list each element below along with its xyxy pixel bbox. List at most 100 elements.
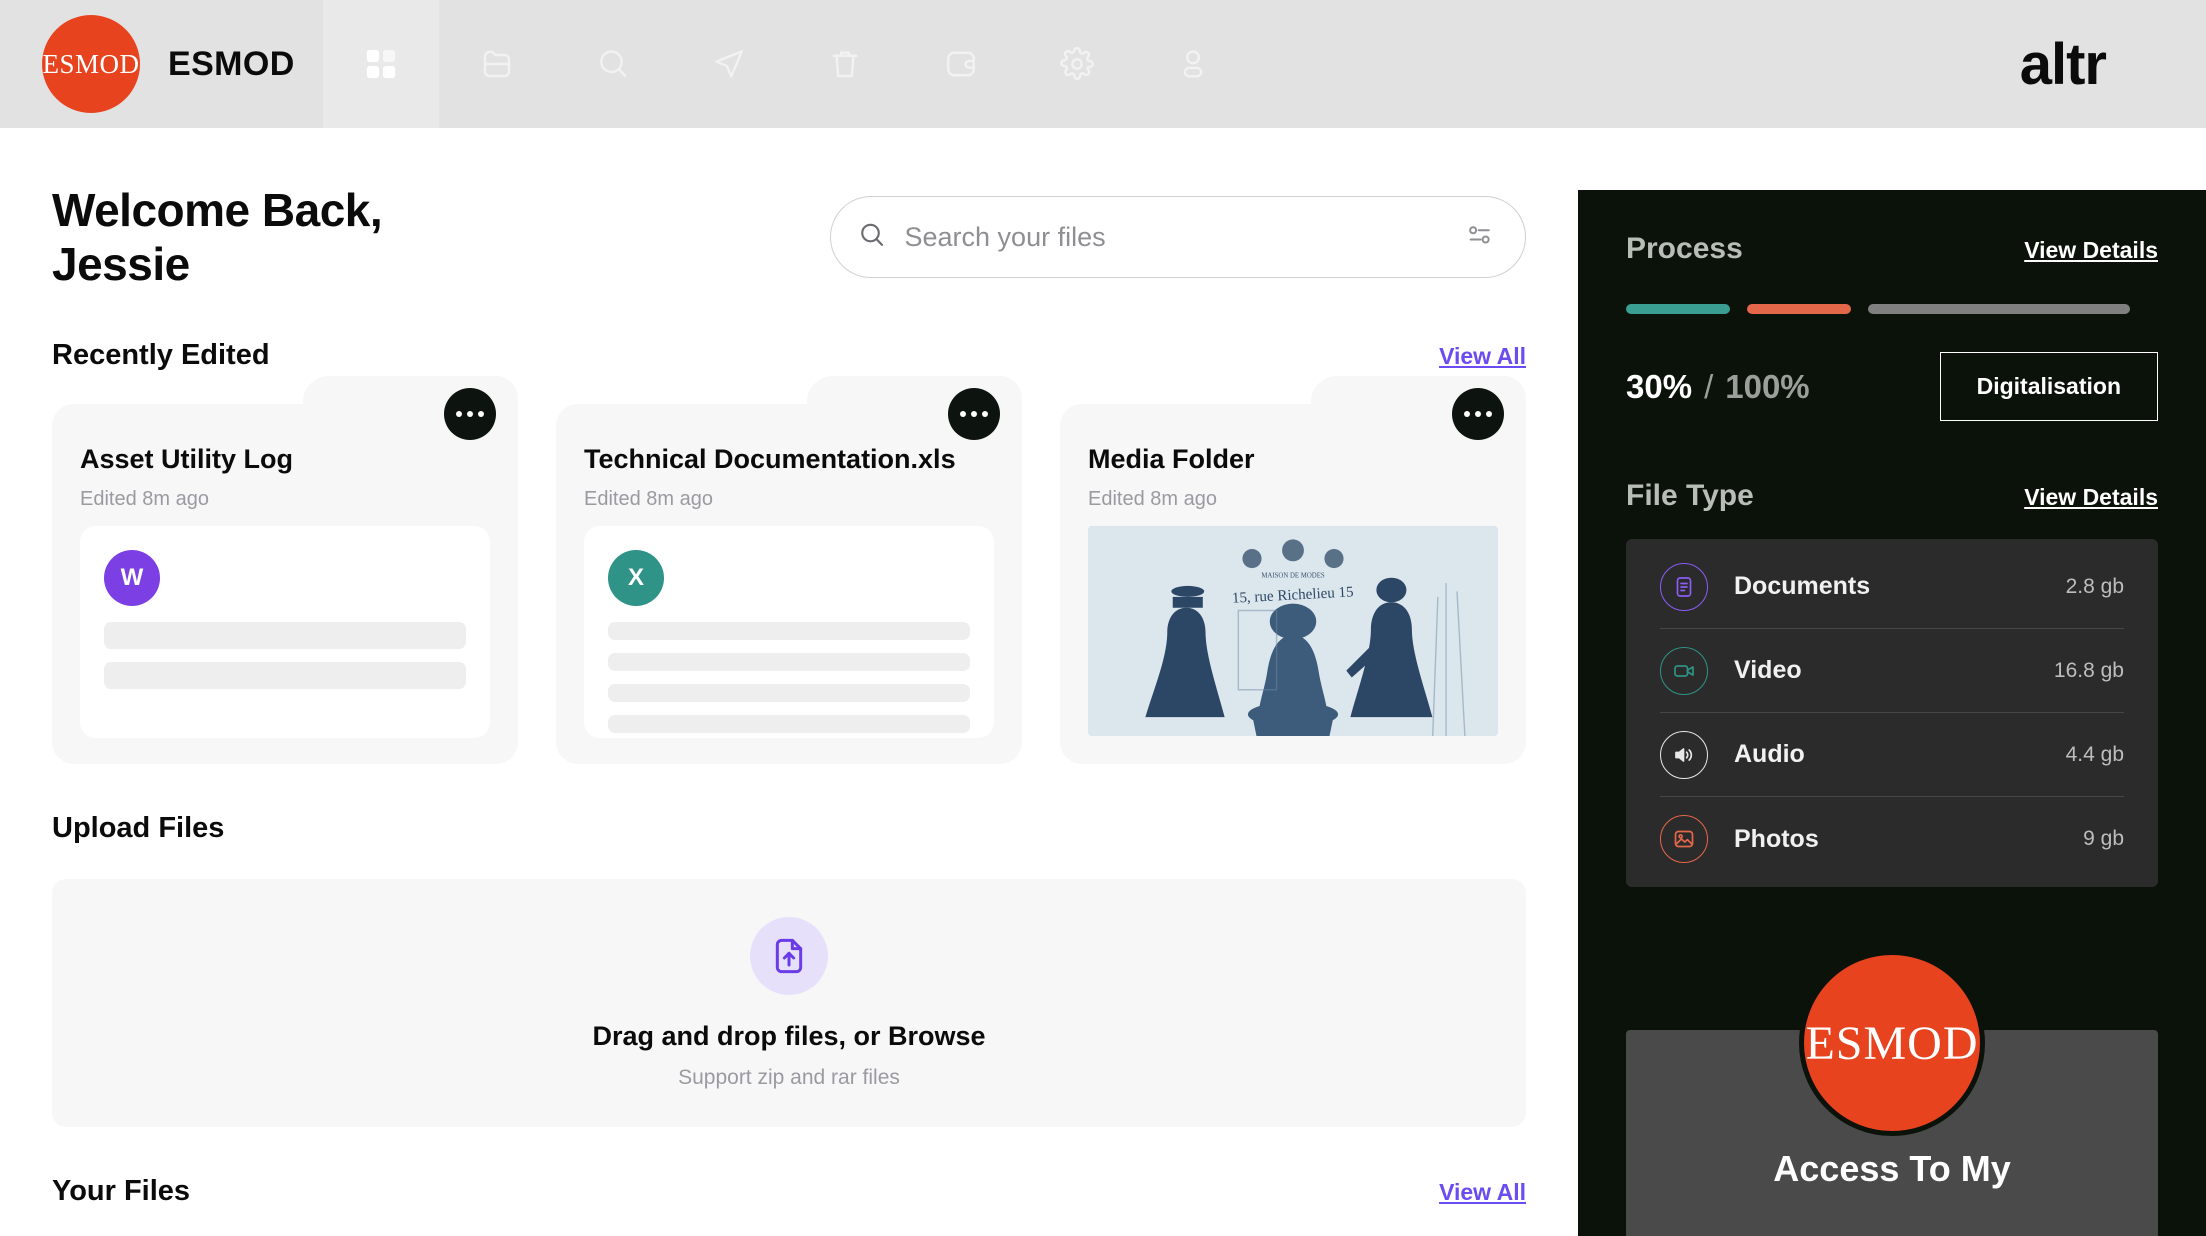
user-icon bbox=[1175, 46, 1211, 82]
file-type-row[interactable]: Photos 9 gb bbox=[1660, 797, 2124, 881]
welcome-row: Welcome Back, Jessie bbox=[52, 183, 1526, 291]
recently-edited-view-all[interactable]: View All bbox=[1439, 343, 1526, 370]
process-separator: / bbox=[1704, 367, 1714, 405]
file-type-row[interactable]: Documents 2.8 gb bbox=[1660, 545, 2124, 629]
upload-headline: Drag and drop files, or Browse bbox=[592, 1020, 986, 1051]
grid-icon bbox=[364, 47, 398, 81]
skeleton-line bbox=[104, 662, 466, 689]
file-type-label: Documents bbox=[1734, 572, 1871, 600]
more-icon[interactable] bbox=[444, 388, 496, 440]
document-icon bbox=[1660, 562, 1708, 611]
progress-segment-remaining bbox=[1868, 304, 2130, 314]
skeleton-line bbox=[608, 684, 970, 702]
file-card[interactable]: Technical Documentation.xls Edited 8m ag… bbox=[556, 376, 1022, 764]
nav-item-wallet[interactable] bbox=[903, 0, 1019, 128]
skeleton-lines bbox=[104, 622, 466, 689]
file-card-name: Technical Documentation.xls bbox=[584, 444, 956, 474]
file-type-header: File Type View Details bbox=[1626, 479, 2158, 513]
skeleton-line bbox=[608, 653, 970, 671]
right-sidebar: Process View Details 30% / 100% Digitalisa… bbox=[1578, 190, 2206, 1236]
top-navigation-bar: ESMOD ESMOD altr bbox=[0, 0, 2206, 128]
sliders-icon[interactable] bbox=[1465, 220, 1495, 255]
file-card-preview: X bbox=[584, 526, 994, 738]
upload-header: Upload Files bbox=[52, 812, 1526, 845]
skeleton-line bbox=[608, 622, 970, 640]
search-input[interactable] bbox=[904, 221, 1465, 253]
nav-icon-group bbox=[322, 0, 1251, 128]
process-values-row: 30% / 100% Digitalisation bbox=[1626, 352, 2158, 421]
process-title: Process bbox=[1626, 232, 1743, 265]
upload-subtext: Support zip and rar files bbox=[678, 1065, 900, 1089]
file-card-preview: W bbox=[80, 526, 490, 738]
more-icon[interactable] bbox=[1452, 388, 1504, 440]
nav-item-trash[interactable] bbox=[787, 0, 903, 128]
search-icon bbox=[857, 220, 887, 255]
nav-item-files[interactable] bbox=[439, 0, 555, 128]
file-card[interactable]: Asset Utility Log Edited 8m ago W bbox=[52, 376, 518, 764]
gear-icon bbox=[1059, 46, 1095, 82]
file-card[interactable]: Media Folder Edited 8m ago MAISON DE MOD… bbox=[1060, 376, 1526, 764]
process-percentage: 30% / 100% bbox=[1626, 368, 1810, 406]
avatar: X bbox=[608, 550, 664, 606]
folder-icon bbox=[479, 46, 515, 82]
brand-area: ESMOD ESMOD bbox=[0, 15, 295, 113]
nav-item-send[interactable] bbox=[671, 0, 787, 128]
media-thumbnail: MAISON DE MODES 15, rue Richelieu 15 bbox=[1088, 526, 1498, 736]
file-type-label: Photos bbox=[1734, 824, 1819, 853]
skeleton-line bbox=[608, 715, 970, 733]
your-files-title: Your Files bbox=[52, 1175, 191, 1207]
file-type-view-details[interactable]: View Details bbox=[2024, 484, 2158, 511]
file-type-size: 9 gb bbox=[2083, 827, 2124, 850]
photo-icon bbox=[1660, 815, 1708, 863]
process-view-details[interactable]: View Details bbox=[2024, 237, 2158, 264]
skeleton-line bbox=[104, 622, 466, 649]
your-files-view-all[interactable]: View All bbox=[1439, 1179, 1526, 1206]
skeleton-lines bbox=[608, 622, 970, 733]
avatar: W bbox=[104, 550, 160, 606]
more-icon[interactable] bbox=[948, 388, 1000, 440]
digitalisation-button[interactable]: Digitalisation bbox=[1939, 352, 2158, 421]
wallet-icon bbox=[943, 46, 979, 82]
svg-text:MAISON DE MODES: MAISON DE MODES bbox=[1261, 573, 1325, 580]
your-files-header: Your Files View All bbox=[52, 1175, 1526, 1208]
file-type-size: 16.8 gb bbox=[2053, 658, 2124, 682]
esmod-logo-mark: ESMOD bbox=[42, 15, 140, 113]
promo-title: Access To My bbox=[1773, 1148, 2011, 1189]
process-total: 100% bbox=[1725, 367, 1810, 405]
file-type-label: Audio bbox=[1734, 740, 1805, 768]
upload-dropzone[interactable]: Drag and drop files, or Browse Support z… bbox=[52, 879, 1526, 1127]
file-type-size: 2.8 gb bbox=[2065, 574, 2124, 598]
recently-edited-header: Recently Edited View All bbox=[52, 339, 1526, 372]
recently-edited-cards: Asset Utility Log Edited 8m ago W Techni… bbox=[52, 376, 1526, 764]
file-card-edited: Edited 8m ago bbox=[80, 488, 209, 510]
nav-item-profile[interactable] bbox=[1135, 0, 1251, 128]
altr-logo: altr bbox=[2019, 31, 2107, 97]
esmod-promo-badge-text: ESMOD bbox=[1805, 1016, 1979, 1070]
file-upload-icon bbox=[750, 916, 828, 995]
file-card-edited: Edited 8m ago bbox=[584, 488, 713, 510]
video-icon bbox=[1660, 646, 1708, 695]
esmod-promo-badge: ESMOD bbox=[1799, 950, 1985, 1136]
page-title: Welcome Back, Jessie bbox=[52, 184, 383, 290]
nav-item-search[interactable] bbox=[555, 0, 671, 128]
file-type-row[interactable]: Video 16.8 gb bbox=[1660, 629, 2124, 713]
recently-edited-title: Recently Edited bbox=[52, 339, 270, 371]
nav-item-dashboard[interactable] bbox=[322, 0, 439, 128]
file-type-title: File Type bbox=[1626, 479, 1754, 512]
file-type-label: Video bbox=[1734, 656, 1802, 684]
file-card-edited: Edited 8m ago bbox=[1088, 488, 1217, 510]
upload-title: Upload Files bbox=[52, 812, 225, 844]
audio-icon bbox=[1660, 730, 1708, 779]
nav-item-settings[interactable] bbox=[1019, 0, 1135, 128]
search-bar[interactable] bbox=[829, 196, 1526, 278]
file-type-row[interactable]: Audio 4.4 gb bbox=[1660, 713, 2124, 797]
process-progress-bar bbox=[1626, 304, 2158, 314]
brand-title: ESMOD bbox=[168, 44, 295, 83]
file-card-name: Media Folder bbox=[1088, 444, 1255, 474]
file-type-size: 4.4 gb bbox=[2065, 742, 2124, 766]
progress-segment-teal bbox=[1626, 304, 1730, 314]
trash-icon bbox=[827, 46, 863, 82]
file-type-list: Documents 2.8 gb Video 16.8 gb Audio 4.4 bbox=[1626, 539, 2158, 887]
send-icon bbox=[711, 46, 747, 82]
main-content: Welcome Back, Jessie Recently Edited Vie… bbox=[0, 128, 1578, 1236]
